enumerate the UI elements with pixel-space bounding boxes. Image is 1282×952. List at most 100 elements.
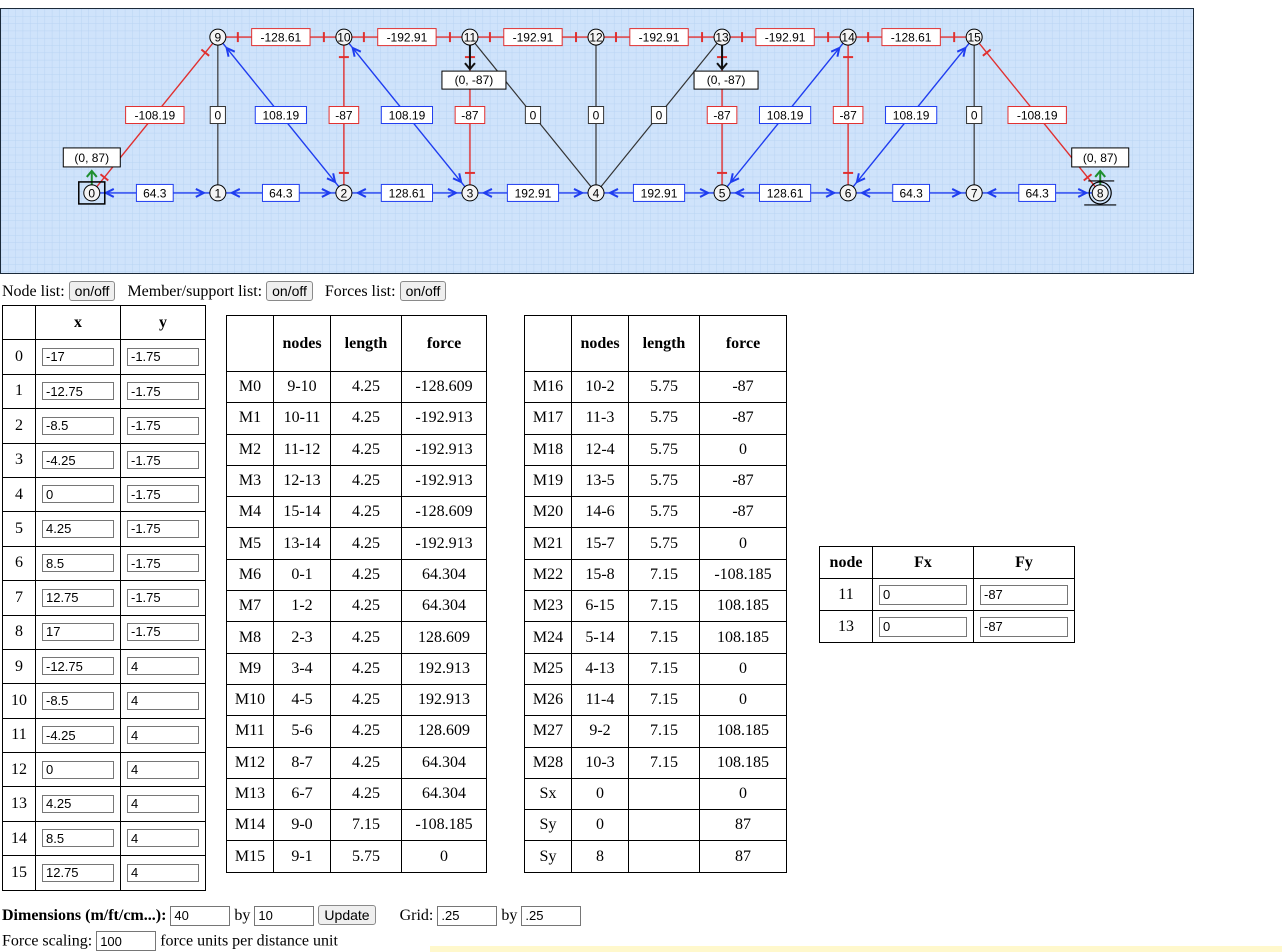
truss-canvas[interactable]: -128.61 -192.91 -192.91 -192.91 -128.61 -192.… xyxy=(0,8,1194,274)
member-force-label: 192.91 xyxy=(641,186,678,200)
node-y-input[interactable] xyxy=(127,657,199,676)
node-table-header-x: x xyxy=(35,304,121,341)
dimension-height-input[interactable] xyxy=(254,905,315,926)
node-x-input[interactable] xyxy=(42,588,114,607)
update-button[interactable]: Update xyxy=(318,905,376,925)
force-fy-input[interactable] xyxy=(980,616,1068,637)
force-scaling-input[interactable] xyxy=(96,931,157,951)
member-nodes: 15-8 xyxy=(571,558,629,592)
member-row: M17 11-3 5.75 -87 xyxy=(524,402,787,435)
member-row: M7 1-2 4.25 64.304 xyxy=(226,590,487,623)
member-force-label: -108.19 xyxy=(1017,109,1058,123)
node-y-input[interactable] xyxy=(127,726,199,745)
node-y-input[interactable] xyxy=(127,485,199,504)
force-fx-input[interactable] xyxy=(879,616,967,637)
node-x-input[interactable] xyxy=(42,451,114,469)
reaction-label: (0, 87) xyxy=(74,151,109,165)
member-force-label: 64.3 xyxy=(899,186,923,200)
node-y-input[interactable] xyxy=(127,794,199,813)
node-x-input[interactable] xyxy=(42,622,114,641)
member-force-label: 64.3 xyxy=(1026,186,1050,200)
node-x-input[interactable] xyxy=(42,347,114,366)
node-y-input[interactable] xyxy=(127,519,199,538)
node-x-input[interactable] xyxy=(42,554,114,573)
member-nodes: 0-1 xyxy=(273,558,331,592)
member-force-label: -192.91 xyxy=(639,31,680,45)
member-force: 0 xyxy=(699,683,787,717)
member-force: 0 xyxy=(699,652,787,685)
node-x-cell xyxy=(35,648,121,685)
node-x-input[interactable] xyxy=(42,382,114,401)
node-y-input[interactable] xyxy=(127,760,199,779)
dimension-width-input[interactable] xyxy=(170,905,231,926)
node-id: 10 xyxy=(2,683,36,719)
node-x-input[interactable] xyxy=(42,794,114,813)
node-id: 13 xyxy=(2,786,36,822)
member-force: 87 xyxy=(699,840,787,873)
node-y-input[interactable] xyxy=(127,863,199,882)
node-id: 3 xyxy=(2,442,36,478)
member-nodes: 4-13 xyxy=(571,652,629,685)
node-x-input[interactable] xyxy=(42,863,114,882)
member-force-label: -87 xyxy=(713,109,731,123)
member-force-label: 64.3 xyxy=(269,186,293,200)
node-y-input[interactable] xyxy=(127,622,199,641)
member-nodes: 8 xyxy=(571,840,629,873)
node-y-input[interactable] xyxy=(127,451,199,469)
node-x-input[interactable] xyxy=(42,485,114,504)
member-id: M22 xyxy=(524,558,572,592)
node-x-input[interactable] xyxy=(42,726,114,745)
force-row: 13 xyxy=(819,610,1075,643)
member-row: M16 10-2 5.75 -87 xyxy=(524,370,787,404)
node-y-input[interactable] xyxy=(127,554,199,573)
node-x-cell xyxy=(35,752,121,788)
node-y-input[interactable] xyxy=(127,347,199,366)
member-list-label: Member/support list: xyxy=(127,283,263,300)
member-row: M9 3-4 4.25 192.913 xyxy=(226,652,487,685)
member-force: -192.913 xyxy=(401,464,487,498)
member-nodes: 5-14 xyxy=(571,621,629,654)
member-id: M3 xyxy=(226,464,274,498)
node-y-input[interactable] xyxy=(127,829,199,848)
node-x-input[interactable] xyxy=(42,657,114,676)
member-force-label: 108.19 xyxy=(263,109,300,123)
node-y-input[interactable] xyxy=(127,588,199,607)
node-x-input[interactable] xyxy=(42,519,114,538)
grid-x-input[interactable] xyxy=(437,905,498,926)
node-y-input[interactable] xyxy=(127,382,199,401)
grid-y-input[interactable] xyxy=(521,905,582,926)
member-row: M11 5-6 4.25 128.609 xyxy=(226,715,487,748)
node-x-input[interactable] xyxy=(42,691,114,710)
node-row: 3 xyxy=(2,442,206,478)
member-length: 4.25 xyxy=(330,746,402,779)
force-scaling-label: Force scaling: xyxy=(2,932,93,950)
force-fx-input[interactable] xyxy=(879,584,967,605)
truss-diagram[interactable]: -128.61 -192.91 -192.91 -192.91 -128.61 -192.… xyxy=(1,9,1193,273)
node-list-toggle-button[interactable]: on/off xyxy=(68,281,116,301)
node-label: 6 xyxy=(845,186,852,200)
member-id: M19 xyxy=(524,464,572,498)
member-nodes: 0 xyxy=(571,777,629,811)
dimension-by-label: by xyxy=(234,907,251,924)
node-x-input[interactable] xyxy=(42,416,114,435)
node-y-input[interactable] xyxy=(127,691,199,710)
node-x-cell xyxy=(35,373,121,410)
forces-list-toggle-button[interactable]: on/off xyxy=(399,281,447,301)
node-x-input[interactable] xyxy=(42,760,114,779)
force-fy-input[interactable] xyxy=(980,584,1068,605)
member-force: 64.304 xyxy=(401,746,487,779)
member-length: 4.25 xyxy=(330,683,402,717)
node-x-input[interactable] xyxy=(42,829,114,848)
member-row: M8 2-3 4.25 128.609 xyxy=(226,621,487,654)
member-nodes: 10-3 xyxy=(571,746,629,779)
member-force: 128.609 xyxy=(401,621,487,654)
node-y-input[interactable] xyxy=(127,416,199,435)
member-force: 108.185 xyxy=(699,715,787,748)
member-id: M23 xyxy=(524,590,572,623)
node-row: 2 xyxy=(2,408,206,444)
member-id: M16 xyxy=(524,370,572,404)
node-x-cell xyxy=(35,476,121,513)
member-list-toggle-button[interactable]: on/off xyxy=(266,281,313,301)
member-id: M11 xyxy=(226,715,274,748)
member-force: -87 xyxy=(699,402,787,435)
